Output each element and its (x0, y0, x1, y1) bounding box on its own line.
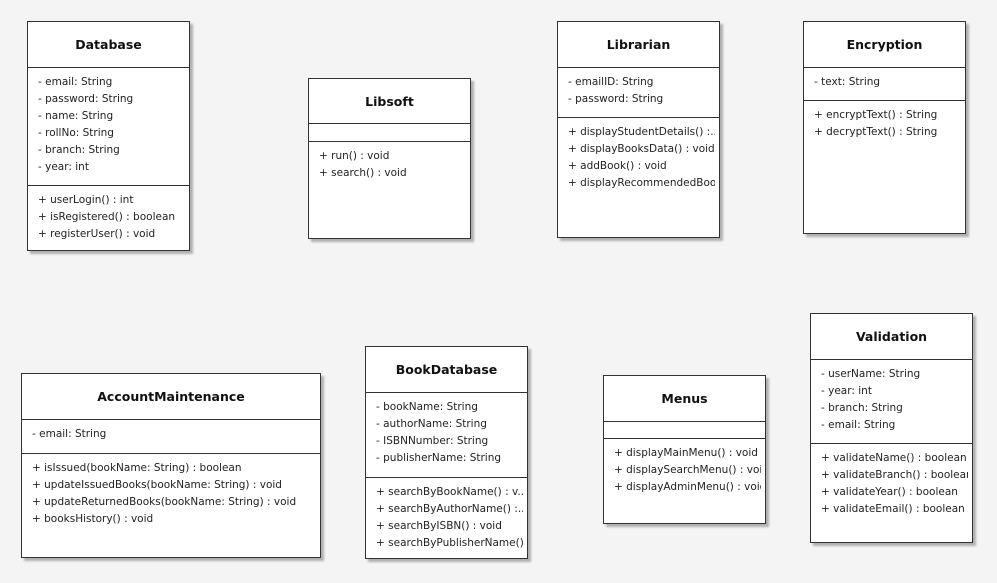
class-name: Validation (811, 314, 972, 360)
operations-section: + run() : void + search() : void (309, 142, 470, 238)
operations-section: + displayMainMenu() : void + displaySear… (604, 439, 765, 523)
class-librarian[interactable]: Librarian - emailID: String - password: … (557, 21, 720, 238)
attribute: - emailID: String (568, 76, 654, 88)
operation: + isIssued(bookName: String) : boolean (32, 462, 242, 474)
class-book-database[interactable]: BookDatabase - bookName: String - author… (365, 346, 528, 559)
operation: + displayMainMenu() : void (614, 447, 758, 459)
operations-section: + displayStudentDetails() :... + display… (558, 118, 719, 237)
attributes-section: - email: String (22, 420, 320, 454)
attribute: - branch: String (38, 144, 120, 156)
operation: + decryptText() : String (814, 126, 938, 138)
operation: + displayRecommendedBoo... (568, 177, 715, 189)
operation: + searchByBookName() : v... (376, 486, 523, 498)
class-name: BookDatabase (366, 347, 527, 393)
class-name: AccountMaintenance (22, 374, 320, 420)
operation: + updateIssuedBooks(bookName: String) : … (32, 479, 282, 491)
class-validation[interactable]: Validation - userName: String - year: in… (810, 313, 973, 543)
attribute: - authorName: String (376, 418, 487, 430)
attribute: - name: String (38, 110, 114, 122)
attribute: - email: String (821, 419, 896, 431)
operation: + displayBooksData() : void (568, 143, 715, 155)
operation: + registerUser() : void (38, 228, 156, 240)
operation: + validateName() : boolean (821, 452, 967, 464)
attribute: - publisherName: String (376, 452, 502, 464)
operation: + displaySearchMenu() : void (614, 464, 761, 476)
operation: + userLogin() : int (38, 194, 134, 206)
class-menus[interactable]: Menus + displayMainMenu() : void + displ… (603, 375, 766, 524)
class-encryption[interactable]: Encryption - text: String + encryptText(… (803, 21, 966, 234)
attributes-section (309, 124, 470, 142)
operation: + booksHistory() : void (32, 513, 154, 525)
class-name: Libsoft (309, 79, 470, 124)
operation: + validateYear() : boolean (821, 486, 958, 498)
operation: + validateEmail() : boolean (821, 503, 965, 515)
attribute: - password: String (568, 93, 664, 105)
operations-section: + isIssued(bookName: String) : boolean +… (22, 454, 320, 557)
attribute: - branch: String (821, 402, 903, 414)
operation: + encryptText() : String (814, 109, 938, 121)
operation: + searchByPublisherName()... (376, 537, 523, 549)
attribute: - email: String (32, 428, 107, 440)
attribute: - text: String (814, 76, 881, 88)
attributes-section: - emailID: String - password: String (558, 68, 719, 118)
operation: + displayStudentDetails() :... (568, 126, 715, 138)
attribute: - year: int (821, 385, 872, 397)
attributes-section: - email: String - password: String - nam… (28, 68, 189, 186)
operation: + addBook() : void (568, 160, 667, 172)
operations-section: + userLogin() : int + isRegistered() : b… (28, 186, 189, 250)
class-name: Menus (604, 376, 765, 422)
operation: + displayAdminMenu() : void (614, 481, 761, 493)
operation: + run() : void (319, 150, 390, 162)
attribute: - userName: String (821, 368, 921, 380)
class-libsoft[interactable]: Libsoft + run() : void + search() : void (308, 78, 471, 239)
attribute: - email: String (38, 76, 113, 88)
operation: + searchByAuthorName() :... (376, 503, 523, 515)
class-name: Librarian (558, 22, 719, 68)
attribute: - rollNo: String (38, 127, 114, 139)
operation: + updateReturnedBooks(bookName: String) … (32, 496, 297, 508)
operations-section: + encryptText() : String + decryptText()… (804, 101, 965, 233)
attributes-section: - userName: String - year: int - branch:… (811, 360, 972, 444)
attributes-section (604, 422, 765, 439)
attribute: - password: String (38, 93, 134, 105)
operation: + isRegistered() : boolean (38, 211, 176, 223)
operation: + search() : void (319, 167, 407, 179)
operation: + validateBranch() : boolean (821, 469, 968, 481)
class-name: Database (28, 22, 189, 68)
operation: + searchByISBN() : void (376, 520, 502, 532)
class-database[interactable]: Database - email: String - password: Str… (27, 21, 190, 251)
attribute: - ISBNNumber: String (376, 435, 489, 447)
attributes-section: - bookName: String - authorName: String … (366, 393, 527, 478)
operations-section: + validateName() : boolean + validateBra… (811, 444, 972, 542)
attribute: - bookName: String (376, 401, 478, 413)
operations-section: + searchByBookName() : v... + searchByAu… (366, 478, 527, 558)
attributes-section: - text: String (804, 68, 965, 101)
attribute: - year: int (38, 161, 89, 173)
class-account-maintenance[interactable]: AccountMaintenance - email: String + isI… (21, 373, 321, 558)
class-name: Encryption (804, 22, 965, 68)
